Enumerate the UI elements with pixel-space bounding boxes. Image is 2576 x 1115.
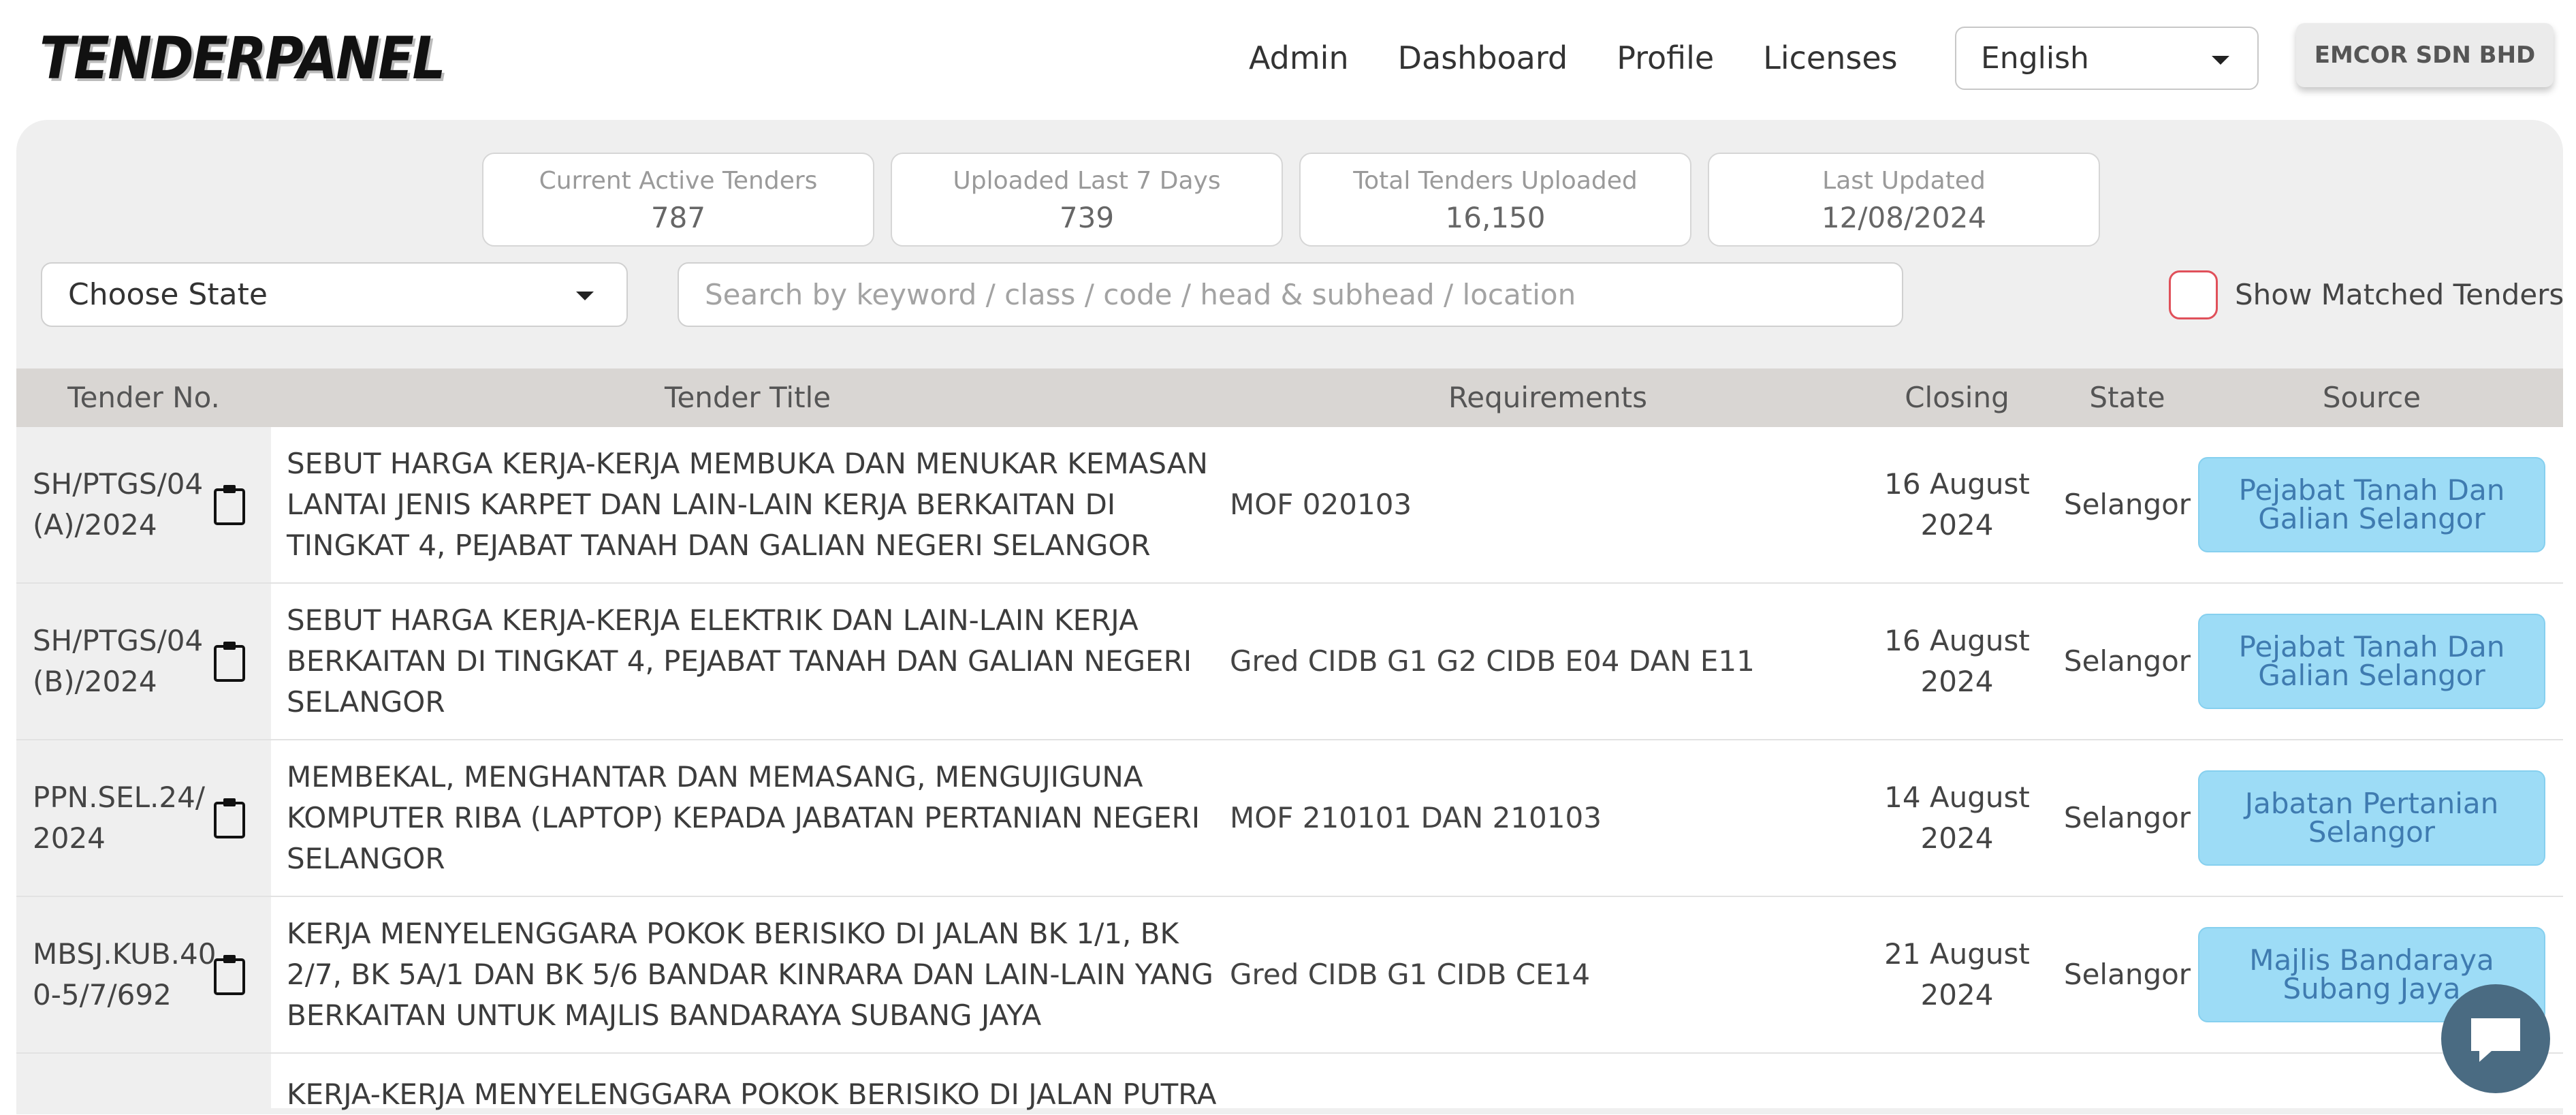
clipboard-icon[interactable] — [212, 953, 247, 996]
stat-value: 739 — [1059, 201, 1115, 234]
main-nav: Admin Dashboard Profile Licenses — [1249, 34, 1947, 82]
nav-dashboard[interactable]: Dashboard — [1398, 34, 1568, 82]
col-tender-no[interactable]: Tender No. — [16, 368, 271, 427]
tender-no-cell — [16, 1054, 271, 1108]
stat-label: Total Tenders Uploaded — [1353, 167, 1638, 195]
stat-active-tenders: Current Active Tenders 787 — [482, 153, 874, 247]
account-button[interactable]: EMCOR SDN BHD — [2296, 23, 2554, 87]
stat-label: Last Updated — [1822, 167, 1986, 195]
tender-state: Selangor — [2063, 958, 2191, 991]
tender-no-cell: MBSJ.KUB.40 0-5/7/692 — [16, 897, 271, 1052]
tender-closing: 21 August 2024 — [1884, 937, 2030, 1011]
show-matched-checkbox[interactable] — [2169, 270, 2218, 319]
language-value: English — [1981, 41, 2089, 76]
tender-title[interactable]: KERJA-KERJA MENYELENGGARA POKOK BERISIKO… — [287, 1074, 1226, 1115]
tender-no-cell: SH/PTGS/04 (A)/2024 — [16, 427, 271, 582]
tender-requirements: Gred CIDB G1 CIDB CE14 — [1230, 958, 1591, 991]
chat-button[interactable] — [2441, 984, 2550, 1093]
clipboard-icon[interactable] — [212, 796, 247, 840]
table-row[interactable]: SH/PTGS/04 (A)/2024 SEBUT HARGA KERJA-KE… — [16, 427, 2563, 584]
table-row[interactable]: MBSJ.KUB.40 0-5/7/692 KERJA MENYELENGGAR… — [16, 897, 2563, 1054]
state-select-label: Choose State — [68, 277, 268, 312]
state-select[interactable]: Choose State — [41, 262, 628, 327]
language-select[interactable]: English — [1955, 27, 2259, 90]
tender-closing: 16 August 2024 — [1884, 467, 2030, 541]
tender-requirements: Gred CIDB G1 G2 CIDB E04 DAN E11 — [1230, 644, 1755, 678]
table-row[interactable]: PPN.SEL.24/ 2024 MEMBEKAL, MENGHANTAR DA… — [16, 740, 2563, 897]
source-badge[interactable]: Pejabat Tanah Dan Galian Selangor — [2198, 614, 2545, 709]
source-badge[interactable]: Jabatan Pertanian Selangor — [2198, 770, 2545, 866]
tender-closing: 14 August 2024 — [1884, 781, 2030, 855]
chevron-down-icon — [576, 292, 594, 300]
stat-uploaded-7-days: Uploaded Last 7 Days 739 — [891, 153, 1283, 247]
stat-value: 16,150 — [1445, 201, 1546, 234]
chevron-down-icon — [2212, 56, 2229, 65]
stat-total-uploaded: Total Tenders Uploaded 16,150 — [1299, 153, 1691, 247]
col-closing[interactable]: Closing — [1855, 368, 2059, 427]
table-header: Tender No. Tender Title Requirements Clo… — [16, 368, 2563, 427]
col-state[interactable]: State — [2032, 368, 2223, 427]
tender-no: SH/PTGS/04 (A)/2024 — [33, 467, 204, 541]
nav-licenses[interactable]: Licenses — [1763, 34, 1897, 82]
tender-title[interactable]: MEMBEKAL, MENGHANTAR DAN MEMASANG, MENGU… — [287, 757, 1226, 879]
tender-no-cell: SH/PTGS/04 (B)/2024 — [16, 584, 271, 739]
tender-state: Selangor — [2063, 644, 2191, 678]
tender-state: Selangor — [2063, 488, 2191, 521]
stat-value: 12/08/2024 — [1821, 201, 1987, 234]
table-row[interactable]: SH/PTGS/04 (B)/2024 SEBUT HARGA KERJA-KE… — [16, 584, 2563, 740]
nav-admin[interactable]: Admin — [1249, 34, 1349, 82]
nav-profile[interactable]: Profile — [1617, 34, 1714, 82]
tender-no: MBSJ.KUB.40 0-5/7/692 — [33, 937, 217, 1011]
tender-title[interactable]: KERJA MENYELENGGARA POKOK BERISIKO DI JA… — [287, 913, 1226, 1036]
stat-label: Current Active Tenders — [539, 167, 818, 195]
col-tender-title[interactable]: Tender Title — [271, 368, 1224, 427]
tender-no: PPN.SEL.24/ 2024 — [33, 781, 205, 855]
chat-icon — [2471, 1018, 2520, 1062]
tender-state: Selangor — [2063, 801, 2191, 834]
source-badge[interactable]: Pejabat Tanah Dan Galian Selangor — [2198, 457, 2545, 552]
clipboard-icon[interactable] — [212, 640, 247, 683]
stat-label: Uploaded Last 7 Days — [953, 167, 1221, 195]
tender-title[interactable]: SEBUT HARGA KERJA-KERJA MEMBUKA DAN MENU… — [287, 443, 1226, 566]
tender-requirements: MOF 020103 — [1230, 488, 1412, 521]
stat-last-updated: Last Updated 12/08/2024 — [1708, 153, 2100, 247]
table-row[interactable]: KERJA-KERJA MENYELENGGARA POKOK BERISIKO… — [16, 1054, 2563, 1111]
tender-no-cell: PPN.SEL.24/ 2024 — [16, 740, 271, 896]
tender-no: SH/PTGS/04 (B)/2024 — [33, 624, 204, 698]
search-input[interactable] — [678, 262, 1903, 327]
tender-requirements: MOF 210101 DAN 210103 — [1230, 801, 1602, 834]
col-source[interactable]: Source — [2198, 368, 2545, 427]
stat-value: 787 — [650, 201, 706, 234]
tender-closing: 16 August 2024 — [1884, 624, 2030, 698]
tender-title[interactable]: SEBUT HARGA KERJA-KERJA ELEKTRIK DAN LAI… — [287, 600, 1226, 723]
clipboard-icon[interactable] — [212, 483, 247, 527]
col-requirements[interactable]: Requirements — [1224, 368, 1871, 427]
logo[interactable]: TENDERPANEL — [39, 18, 446, 99]
show-matched-label[interactable]: Show Matched Tenders — [2235, 275, 2564, 315]
